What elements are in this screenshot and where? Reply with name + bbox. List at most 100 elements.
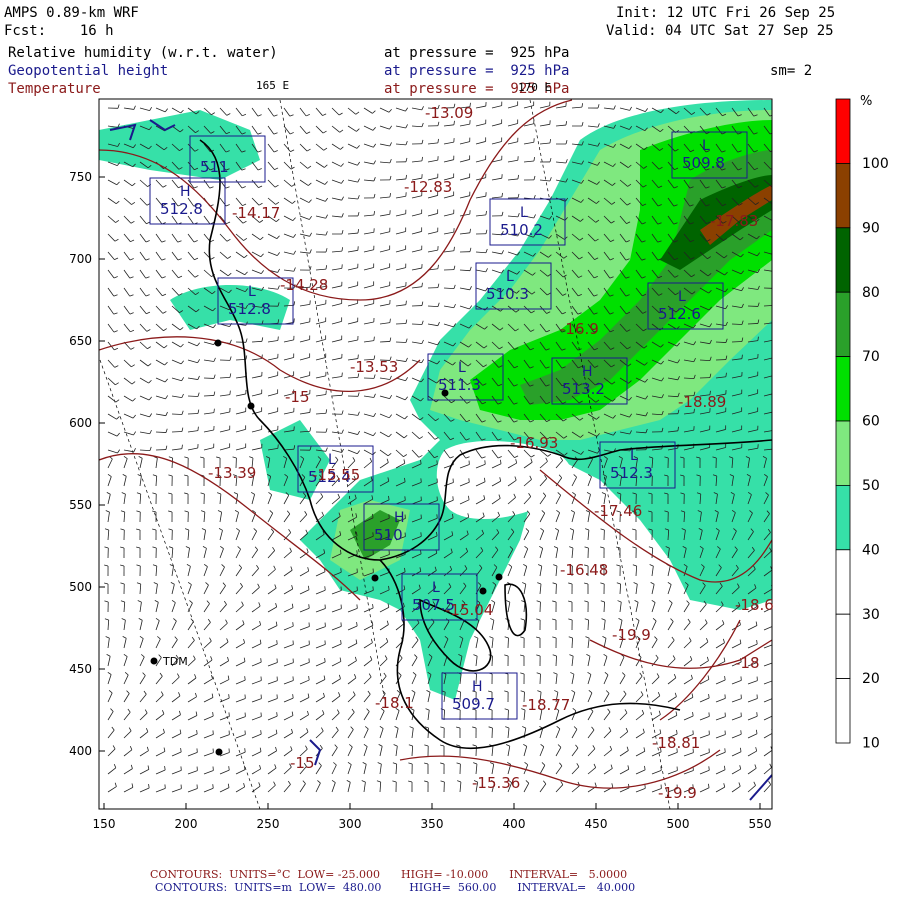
temp-label: -14.28 [280, 276, 328, 294]
colorbar-label: 90 [862, 220, 880, 236]
height-label-type: H [582, 364, 593, 380]
temp-label: -15.04 [445, 601, 493, 619]
x-tick-label: 450 [585, 817, 608, 831]
temp-label: -18.77 [522, 696, 570, 714]
x-tick-label: 550 [749, 817, 772, 831]
y-tick-label: 450 [69, 662, 92, 676]
temp-label: -18.6 [735, 596, 774, 614]
temp-label: -18.81 [652, 734, 700, 752]
station-dot [495, 573, 503, 581]
colorbar-label: 70 [862, 349, 880, 365]
x-tick-label: 300 [339, 817, 362, 831]
y-tick-label: 600 [69, 416, 92, 430]
height-label-type: H [394, 510, 405, 526]
footer-temp-high: HIGH= -10.000 [401, 868, 489, 881]
footer-temp-interval: INTERVAL= 5.0000 [509, 868, 628, 881]
station-dot [371, 574, 379, 582]
x-tick-label: 350 [421, 817, 444, 831]
footer-temp-contours: CONTOURS: UNITS=°C LOW= -25.000 HIGH= -1… [150, 868, 627, 881]
colorbar-label: 80 [862, 285, 880, 301]
y-tick-label: 700 [69, 252, 92, 266]
height-label-type: L [506, 269, 514, 285]
weather-map: L509.8L510.2L510.3 L512.6L512.8L511.3H513… [69, 94, 889, 831]
height-label-value: 512.8 [160, 200, 203, 218]
temp-label: -12.83 [404, 178, 452, 196]
station-dot [214, 339, 222, 347]
height-label-value: 511 [200, 158, 229, 176]
colorbar-label: 60 [862, 414, 880, 430]
y-tick-label: 550 [69, 498, 92, 512]
colorbar-segment [835, 613, 851, 680]
station-label: TDM [162, 655, 188, 668]
footer-temp-low: LOW= -25.000 [297, 868, 381, 881]
colorbar-label: 100 [862, 156, 889, 172]
station-dot [479, 587, 487, 595]
temp-label: -18 [735, 654, 760, 672]
height-label-type: L [630, 448, 638, 464]
footer-height-interval: INTERVAL= 40.000 [517, 881, 636, 894]
y-tick-label: 650 [69, 334, 92, 348]
height-label-type: H [180, 184, 191, 200]
temp-label: -13.53 [350, 358, 398, 376]
footer-height-low: LOW= 480.00 [298, 881, 382, 894]
height-label-value: 512.8 [228, 300, 271, 318]
temp-label: -15 [290, 754, 315, 772]
temp-label: -17.46 [594, 502, 642, 520]
height-label-type: L [678, 289, 686, 305]
height-label-type: L [248, 284, 256, 300]
y-tick-label: 750 [69, 170, 92, 184]
x-tick-label: 200 [175, 817, 198, 831]
colorbar-segment [835, 420, 851, 486]
colorbar: 100 90 80 70 60 50 40 30 20 10 [835, 98, 889, 752]
colorbar-label: 20 [862, 671, 880, 687]
height-label-type: L [458, 360, 466, 376]
colorbar-segment [835, 227, 851, 293]
footer-temp-units: UNITS=°C [229, 868, 291, 881]
temp-label: -17.83 [710, 212, 758, 230]
footer-height-units: UNITS=m [234, 881, 292, 894]
station-dot-tdm [150, 657, 158, 665]
temp-label: -18.89 [678, 393, 726, 411]
temp-label: -19.9 [612, 626, 651, 644]
colorbar-label: 30 [862, 607, 880, 623]
height-label-value: 512.3 [610, 464, 653, 482]
colorbar-segment [835, 484, 851, 551]
colorbar-label: 10 [862, 736, 880, 752]
height-label-value: 509.7 [452, 695, 495, 713]
y-tick-label: 400 [69, 744, 92, 758]
height-label-type: H [472, 679, 483, 695]
station-dot [247, 402, 255, 410]
height-label-value: 509.8 [682, 154, 725, 172]
y-tick-label: 500 [69, 580, 92, 594]
temp-label: -13.09 [425, 104, 473, 122]
height-label-value: 510.3 [486, 285, 529, 303]
colorbar-segment [835, 678, 851, 744]
temp-label: -15.36 [472, 774, 520, 792]
temp-label: -13.39 [208, 464, 256, 482]
temp-label: -18.1 [375, 694, 414, 712]
colorbar-segment [835, 291, 851, 358]
temp-label: -16.93 [510, 434, 558, 452]
colorbar-segment [835, 98, 851, 164]
height-label-value: 512.6 [658, 305, 701, 323]
x-tick-label: 400 [503, 817, 526, 831]
x-tick-label: 250 [257, 817, 280, 831]
footer-height-label: CONTOURS: [155, 881, 228, 894]
colorbar-segment [835, 356, 851, 422]
temp-label: -19.9 [658, 784, 697, 802]
colorbar-segment [835, 549, 851, 615]
height-label-type: L [432, 580, 440, 596]
station-dot [441, 389, 449, 397]
height-label-type: L [520, 205, 528, 221]
footer-height-high: HIGH= 560.00 [409, 881, 497, 894]
height-label-value: 513.2 [562, 380, 605, 398]
height-label-value: 510 [374, 526, 403, 544]
colorbar-label: 40 [862, 542, 880, 558]
temp-label: -16.9 [560, 320, 599, 338]
x-tick-label: 150 [93, 817, 116, 831]
temp-label: -15 [285, 388, 310, 406]
footer-height-contours: CONTOURS: UNITS=m LOW= 480.00 HIGH= 560.… [155, 881, 635, 894]
colorbar-unit: % [860, 94, 872, 109]
temp-label: -16.48 [560, 561, 608, 579]
colorbar-segment [835, 162, 851, 229]
